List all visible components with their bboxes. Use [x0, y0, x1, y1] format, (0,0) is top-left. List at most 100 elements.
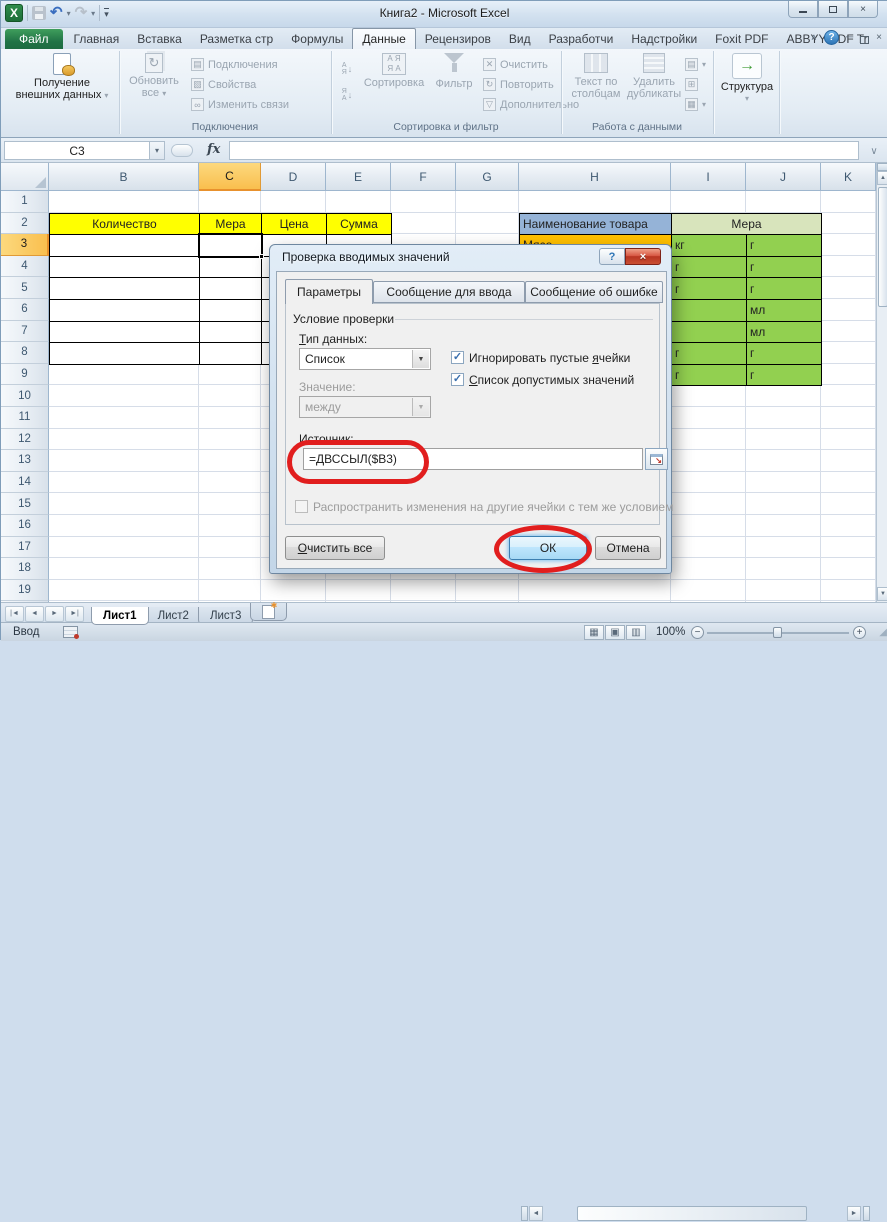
row-header-8[interactable]: 8 [1, 342, 49, 364]
ribbon-tab-7[interactable]: Вид [500, 29, 540, 50]
ribbon-tab-6[interactable]: Рецензиров [416, 29, 500, 50]
tab-input-message[interactable]: Сообщение для ввода [373, 281, 525, 303]
resize-grip[interactable]: ◢ [879, 627, 887, 638]
zoom-in-icon[interactable]: + [853, 626, 866, 639]
ribbon-tab-0[interactable]: Файл [5, 29, 63, 50]
cell-C8[interactable] [199, 342, 262, 365]
ribbon-tab-4[interactable]: Формулы [282, 29, 352, 50]
left-table-header-0[interactable]: Количество [49, 213, 200, 236]
insert-function-icon[interactable]: fx [207, 142, 220, 157]
cell-I6[interactable] [671, 299, 747, 322]
help-icon[interactable]: ? [824, 30, 839, 45]
sheet-tab-0[interactable]: Лист1 [91, 607, 149, 625]
cell-J7[interactable]: мл [746, 321, 822, 344]
cell-I5[interactable]: г [671, 277, 747, 300]
ribbon-tab-9[interactable]: Надстройки [622, 29, 706, 50]
row-header-6[interactable]: 6 [1, 299, 49, 321]
col-header-F[interactable]: F [391, 163, 456, 191]
row-header-13[interactable]: 13 [1, 450, 49, 472]
cell-I9[interactable]: г [671, 364, 747, 387]
formula-input[interactable] [229, 141, 859, 160]
restore-button[interactable] [818, 1, 848, 18]
cell-B8[interactable] [49, 342, 200, 365]
in-cell-list-label[interactable]: Список допустимых значений [469, 373, 634, 387]
sort-ascending-button[interactable]: АЯ↓ [337, 59, 357, 79]
get-external-data-button[interactable]: Получение внешних данных ▾ [13, 53, 111, 102]
row-header-9[interactable]: 9 [1, 364, 49, 386]
properties-button[interactable]: ▧Свойства [191, 78, 256, 91]
row-header-15[interactable]: 15 [1, 493, 49, 515]
row-header-14[interactable]: 14 [1, 472, 49, 494]
insert-worksheet-tab[interactable] [250, 603, 287, 621]
row-header-17[interactable]: 17 [1, 537, 49, 559]
cell-B3[interactable] [49, 234, 200, 257]
minimize-button[interactable] [788, 1, 818, 18]
row-header-3[interactable]: 3 [1, 234, 49, 256]
row-header-11[interactable]: 11 [1, 407, 49, 429]
row-header-16[interactable]: 16 [1, 515, 49, 537]
cell-I8[interactable]: г [671, 342, 747, 365]
ribbon-tab-2[interactable]: Вставка [128, 29, 191, 50]
cell-B5[interactable] [49, 277, 200, 300]
cell-C4[interactable] [199, 256, 262, 279]
connections-button[interactable]: ▤Подключения [191, 58, 278, 71]
zoom-level[interactable]: 100% [656, 626, 685, 638]
cell-J9[interactable]: г [746, 364, 822, 387]
clear-filter-button[interactable]: ✕Очистить [483, 58, 548, 71]
right-table-name-header[interactable]: Наименование товара [519, 213, 672, 236]
ribbon-tab-1[interactable]: Главная [65, 29, 129, 50]
data-validation-button[interactable]: ▤▾ [685, 58, 706, 71]
left-table-header-3[interactable]: Сумма [326, 213, 392, 236]
what-if-analysis-button[interactable]: ▦▾ [685, 98, 706, 111]
row-header-5[interactable]: 5 [1, 277, 49, 299]
sheet-nav-0[interactable]: |◄ [5, 606, 24, 622]
row-header-12[interactable]: 12 [1, 429, 49, 451]
col-header-E[interactable]: E [326, 163, 391, 191]
col-header-K[interactable]: K [821, 163, 876, 191]
scroll-down-icon[interactable]: ▼ [877, 587, 887, 601]
zoom-out-icon[interactable]: − [691, 626, 704, 639]
workbook-restore-icon[interactable] [860, 36, 869, 44]
col-header-H[interactable]: H [519, 163, 671, 191]
ok-button[interactable]: ОК [509, 536, 587, 560]
ribbon-tab-3[interactable]: Разметка стр [191, 29, 282, 50]
page-layout-view-icon[interactable]: ▣ [605, 625, 625, 640]
cell-I3[interactable]: кг [671, 234, 747, 257]
select-all-corner[interactable] [1, 163, 49, 191]
cell-J5[interactable]: г [746, 277, 822, 300]
cell-B4[interactable] [49, 256, 200, 279]
data-type-select[interactable]: Список▼ [299, 348, 431, 370]
macro-record-icon[interactable] [63, 626, 78, 638]
cell-B6[interactable] [49, 299, 200, 322]
ribbon-tab-5[interactable]: Данные [352, 28, 415, 49]
collapse-dialog-button[interactable]: ↘ [645, 448, 668, 470]
col-header-B[interactable]: B [49, 163, 199, 191]
col-header-J[interactable]: J [746, 163, 821, 191]
horizontal-scrollbar[interactable]: ◄ ► [521, 1205, 871, 1222]
cell-I7[interactable] [671, 321, 747, 344]
col-header-C[interactable]: C [199, 163, 261, 191]
row-header-1[interactable]: 1 [1, 191, 49, 213]
in-cell-list-checkbox[interactable]: ✓ [451, 373, 464, 386]
zoom-slider-handle[interactable] [773, 627, 782, 638]
fill-handle[interactable] [259, 254, 264, 259]
sheet-nav-1[interactable]: ◄ [25, 606, 44, 622]
refresh-all-button[interactable]: ↻ Обновить все ▾ [125, 53, 183, 100]
tab-error-message[interactable]: Сообщение об ошибке [525, 281, 663, 303]
cell-C6[interactable] [199, 299, 262, 322]
horizontal-scroll-thumb[interactable] [577, 1206, 807, 1221]
page-break-view-icon[interactable]: ▥ [626, 625, 646, 640]
ignore-blank-label[interactable]: Игнорировать пустые ячейки [469, 351, 630, 365]
tab-split-handle[interactable] [863, 1206, 870, 1221]
scroll-up-icon[interactable]: ▲ [877, 171, 887, 185]
clear-all-button[interactable]: Очистить все [285, 536, 385, 560]
close-button[interactable]: × [848, 1, 878, 18]
workbook-close-icon[interactable]: × [876, 30, 882, 45]
row-header-2[interactable]: 2 [1, 213, 49, 235]
vertical-scrollbar[interactable]: ▲ ▼ [876, 163, 887, 602]
name-box[interactable]: C3 [4, 141, 150, 160]
cell-J3[interactable]: г [746, 234, 822, 257]
consolidate-button[interactable]: ⊞ [685, 78, 698, 91]
sort-button[interactable]: А ЯЯ А Сортировка [361, 53, 427, 89]
tab-parameters[interactable]: Параметры [285, 279, 373, 304]
